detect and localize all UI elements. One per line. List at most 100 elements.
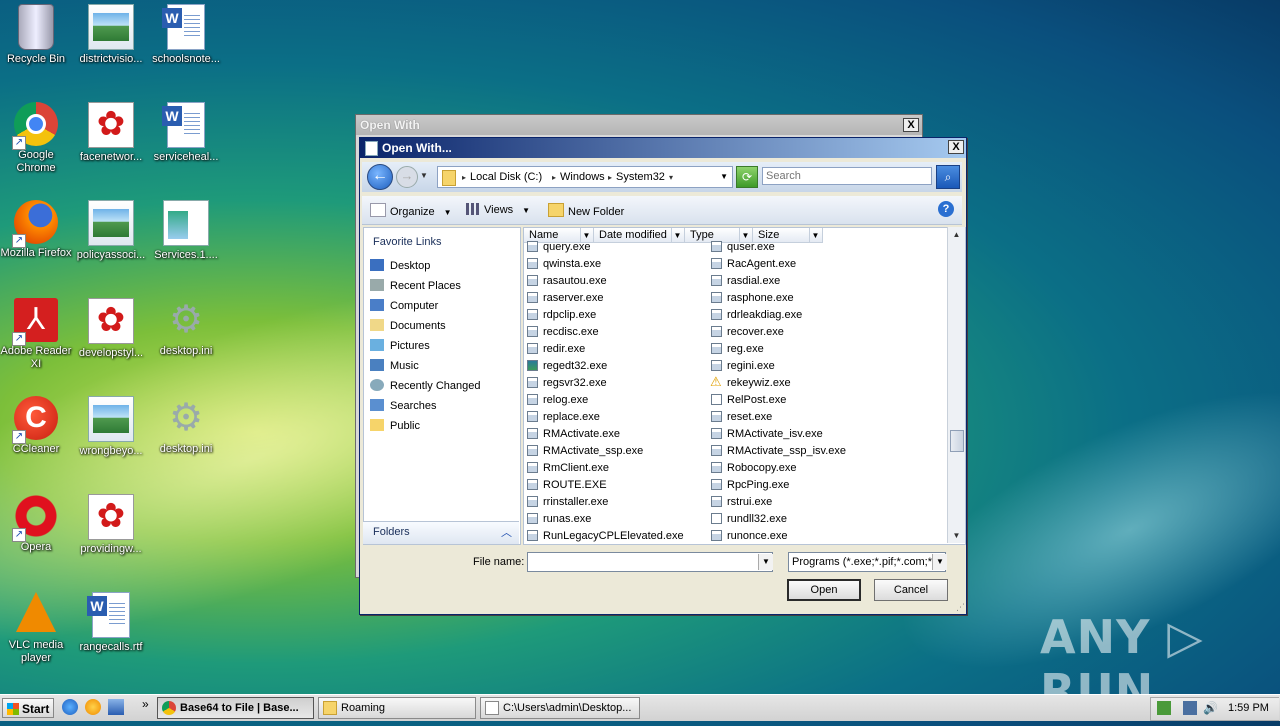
refresh-icon[interactable]: ⟳: [736, 166, 758, 188]
favorite-recently-changed[interactable]: Recently Changed: [370, 379, 481, 392]
security-shield-icon[interactable]: [1157, 701, 1171, 715]
network-icon[interactable]: [1183, 701, 1197, 715]
search-icon[interactable]: ⌕: [936, 165, 960, 189]
desktop-icon-google-chrome[interactable]: Google Chrome: [0, 102, 74, 175]
history-dropdown-icon[interactable]: ▼: [420, 171, 428, 180]
back-arrow-icon[interactable]: ←: [367, 164, 393, 190]
cancel-button[interactable]: Cancel: [874, 579, 948, 601]
file-name-dropdown-icon[interactable]: ▼: [758, 554, 773, 570]
desktop-icon-ccleaner[interactable]: CCleaner: [0, 396, 74, 456]
file-item[interactable]: replace.exe: [527, 411, 600, 423]
file-item[interactable]: query.exe: [527, 241, 591, 253]
file-item[interactable]: RMActivate_isv.exe: [711, 428, 823, 440]
task-button-roaming[interactable]: Roaming: [318, 697, 476, 719]
file-item[interactable]: runas.exe: [527, 513, 591, 525]
file-item[interactable]: RMActivate_ssp_isv.exe: [711, 445, 846, 457]
help-icon[interactable]: ?: [938, 201, 954, 217]
file-item[interactable]: RelPost.exe: [711, 394, 786, 406]
favorite-computer[interactable]: Computer: [370, 299, 438, 312]
desktop-icon-opera[interactable]: Opera: [0, 494, 74, 554]
file-name-input[interactable]: [527, 552, 773, 572]
file-item[interactable]: qwinsta.exe: [527, 258, 601, 270]
file-type-filter-select[interactable]: Programs (*.exe;*.pif;*.com;*.bat;*.cmd): [788, 552, 946, 572]
volume-icon[interactable]: 🔊: [1203, 701, 1218, 715]
file-item[interactable]: rasphone.exe: [711, 292, 794, 304]
scrollbar-thumb[interactable]: [950, 430, 964, 452]
internet-explorer-icon[interactable]: [62, 699, 78, 715]
desktop-icon-recycle-bin[interactable]: Recycle Bin: [0, 4, 74, 66]
file-item[interactable]: ROUTE.EXE: [527, 479, 607, 491]
file-item[interactable]: rstrui.exe: [711, 496, 772, 508]
favorite-searches[interactable]: Searches: [370, 399, 436, 412]
new-folder-button[interactable]: New Folder: [548, 203, 624, 218]
file-item[interactable]: quser.exe: [711, 241, 775, 253]
vertical-scrollbar[interactable]: ▲ ▼: [947, 227, 965, 543]
file-item[interactable]: RmClient.exe: [527, 462, 609, 474]
file-item[interactable]: recdisc.exe: [527, 326, 599, 338]
dialog-close-button[interactable]: X: [948, 140, 964, 154]
file-item[interactable]: RunLegacyCPLElevated.exe: [527, 530, 684, 542]
file-item[interactable]: rasdial.exe: [711, 275, 780, 287]
search-input[interactable]: [762, 167, 932, 185]
file-item[interactable]: reg.exe: [711, 343, 764, 355]
file-item[interactable]: redir.exe: [527, 343, 585, 355]
file-item[interactable]: RMActivate.exe: [527, 428, 620, 440]
file-item[interactable]: regedt32.exe: [527, 360, 607, 372]
desktop-icon-developstyl[interactable]: developstyl...: [73, 298, 149, 360]
media-player-icon[interactable]: [85, 699, 101, 715]
forward-arrow-icon[interactable]: →: [396, 166, 418, 188]
address-dropdown-icon[interactable]: ▼: [720, 167, 728, 187]
breadcrumb[interactable]: ▸ Local Disk (C:) ▸ Windows ▸ System32 ▾ ▼: [437, 166, 733, 188]
scroll-down-icon[interactable]: ▼: [948, 528, 965, 543]
file-item[interactable]: relog.exe: [527, 394, 588, 406]
desktop-icon-serviceheal[interactable]: serviceheal...: [148, 102, 224, 164]
desktop-icon-schoolsnote[interactable]: schoolsnote...: [148, 4, 224, 66]
desktop-icon-desktop-ini-2[interactable]: desktop.ini: [148, 396, 224, 456]
file-item[interactable]: RMActivate_ssp.exe: [527, 445, 643, 457]
desktop-icon-rangecalls[interactable]: rangecalls.rtf: [73, 592, 149, 654]
organize-button[interactable]: Organize ▼: [370, 203, 452, 218]
column-date-modified[interactable]: Date modified ▼: [594, 228, 685, 243]
quick-launch-overflow-icon[interactable]: »: [142, 697, 149, 711]
file-item[interactable]: raserver.exe: [527, 292, 604, 304]
views-button[interactable]: Views ▼: [466, 203, 530, 216]
file-item[interactable]: Robocopy.exe: [711, 462, 797, 474]
file-item[interactable]: rdrleakdiag.exe: [711, 309, 802, 321]
task-button-base64[interactable]: Base64 to File | Base...: [157, 697, 314, 719]
breadcrumb-item-local-disk[interactable]: ▸ Local Disk (C:): [458, 167, 542, 188]
close-button[interactable]: X: [903, 118, 919, 132]
favorite-recent-places[interactable]: Recent Places: [370, 279, 461, 292]
desktop-icon-services[interactable]: Services.1....: [148, 200, 224, 262]
desktop-icon-vlc-media-player[interactable]: VLC media player: [0, 592, 74, 665]
file-type-dropdown-icon[interactable]: ▼: [932, 554, 947, 570]
folders-toggle[interactable]: Folders ︿: [363, 521, 519, 544]
file-item[interactable]: rrinstaller.exe: [527, 496, 608, 508]
favorite-public[interactable]: Public: [370, 419, 420, 432]
favorite-documents[interactable]: Documents: [370, 319, 446, 332]
file-item[interactable]: regsvr32.exe: [527, 377, 607, 389]
file-item[interactable]: RpcPing.exe: [711, 479, 789, 491]
task-button-desktop-path[interactable]: C:\Users\admin\Desktop...: [480, 697, 640, 719]
desktop-icon-wrongbeyo[interactable]: wrongbeyo...: [73, 396, 149, 458]
file-item[interactable]: RacAgent.exe: [711, 258, 796, 270]
resize-grip-icon[interactable]: ⋰: [956, 602, 965, 613]
favorite-pictures[interactable]: Pictures: [370, 339, 430, 352]
file-item[interactable]: regini.exe: [711, 360, 775, 372]
favorite-desktop[interactable]: Desktop: [370, 259, 430, 272]
desktop-icon-policyassoci[interactable]: policyassoci...: [73, 200, 149, 262]
file-item[interactable]: rekeywiz.exe: [710, 374, 791, 390]
open-button[interactable]: Open: [787, 579, 861, 601]
desktop-icon-facenetwor[interactable]: facenetwor...: [73, 102, 149, 164]
breadcrumb-item-windows[interactable]: ▸ Windows: [548, 167, 605, 188]
favorite-music[interactable]: Music: [370, 359, 419, 372]
file-item[interactable]: rundll32.exe: [711, 513, 787, 525]
clock[interactable]: 1:59 PM: [1228, 702, 1269, 714]
file-item[interactable]: recover.exe: [711, 326, 784, 338]
file-item[interactable]: runonce.exe: [711, 530, 788, 542]
desktop-icon-adobe-reader[interactable]: Adobe Reader XI: [0, 298, 74, 371]
scroll-up-icon[interactable]: ▲: [948, 227, 965, 242]
start-button[interactable]: Start: [2, 698, 54, 718]
show-desktop-icon[interactable]: [108, 699, 124, 715]
desktop-icon-desktop-ini[interactable]: desktop.ini: [148, 298, 224, 358]
file-item[interactable]: rasautou.exe: [527, 275, 607, 287]
